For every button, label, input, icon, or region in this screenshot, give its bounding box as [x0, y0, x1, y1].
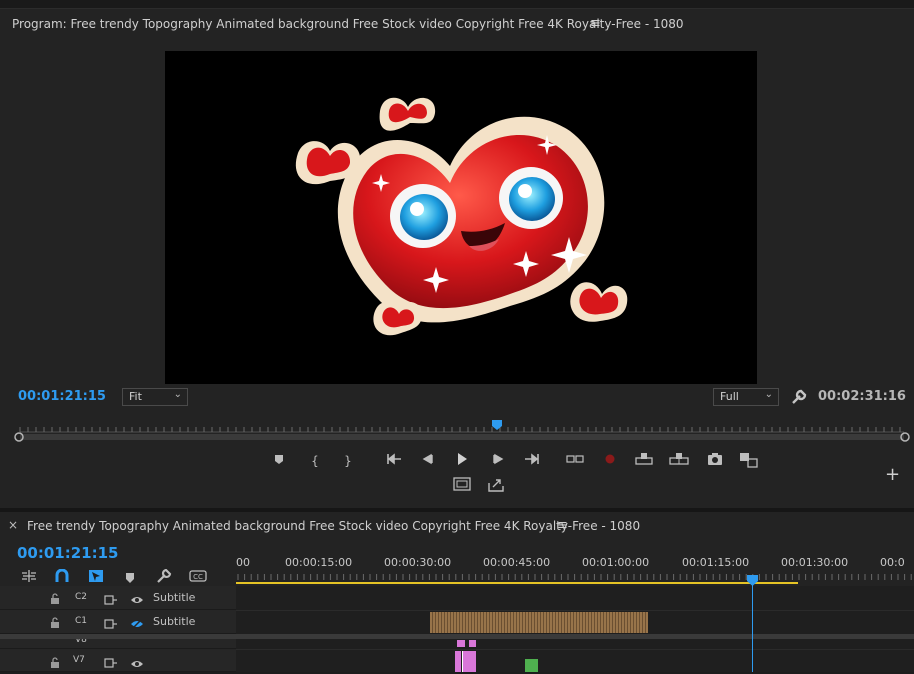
- play-icon[interactable]: [452, 452, 472, 470]
- timeline-panel: × Free trendy Topography Animated backgr…: [0, 512, 914, 672]
- track-header-v8[interactable]: V8: [0, 639, 236, 649]
- go-to-out-icon[interactable]: [522, 452, 542, 470]
- sequence-tab-title[interactable]: Free trendy Topography Animated backgrou…: [27, 519, 640, 533]
- track-header-c2[interactable]: C2 Subtitle: [0, 586, 236, 610]
- settings-wrench-icon[interactable]: [790, 388, 808, 406]
- extract-icon[interactable]: [669, 452, 689, 470]
- snap-magnet-icon[interactable]: [54, 568, 70, 582]
- step-back-icon[interactable]: [418, 452, 438, 470]
- lock-icon[interactable]: [50, 590, 60, 604]
- video-frame: [165, 51, 757, 384]
- linked-selection-icon[interactable]: [88, 568, 104, 582]
- heart-character-image: [295, 97, 628, 336]
- ruler-label: 00:01:15:00: [682, 556, 750, 569]
- resolution-dropdown[interactable]: Full ⌄: [713, 388, 779, 406]
- track-label: Subtitle: [153, 615, 196, 628]
- track-header-c1[interactable]: C1 Subtitle: [0, 610, 236, 634]
- program-title[interactable]: Program: Free trendy Topography Animated…: [12, 17, 684, 31]
- captions-icon[interactable]: CC: [189, 568, 207, 582]
- sequence-menu-icon[interactable]: ≡: [557, 518, 568, 533]
- zoom-level-dropdown[interactable]: Fit ⌄: [122, 388, 188, 406]
- ruler-label: 00: [236, 556, 250, 569]
- program-playhead[interactable]: [491, 416, 503, 430]
- insert-nest-icon[interactable]: [20, 568, 38, 582]
- go-to-in-icon[interactable]: [384, 452, 404, 470]
- time-ruler[interactable]: 00 00:00:15:00 00:00:30:00 00:00:45:00 0…: [236, 544, 914, 586]
- track-id: V7: [73, 655, 85, 665]
- eye-hidden-icon[interactable]: [130, 615, 144, 630]
- close-sequence-icon[interactable]: ×: [8, 518, 18, 532]
- toggle-proxies-icon[interactable]: [452, 477, 472, 495]
- mark-out-icon[interactable]: }: [338, 452, 358, 470]
- green-clip[interactable]: [525, 659, 538, 672]
- step-forward-icon[interactable]: [488, 452, 508, 470]
- add-marker-icon[interactable]: [124, 569, 136, 583]
- track-label: Subtitle: [153, 591, 196, 604]
- toggle-sync-lock-icon[interactable]: [104, 654, 118, 668]
- program-current-time[interactable]: 00:01:21:15: [18, 389, 106, 404]
- lock-icon[interactable]: [50, 614, 60, 628]
- pink-clip[interactable]: [457, 640, 465, 647]
- timeline-settings-wrench-icon[interactable]: [156, 568, 172, 583]
- safe-margins-icon[interactable]: [565, 452, 585, 470]
- zoom-level-value: Fit: [129, 390, 142, 403]
- lift-icon[interactable]: [634, 452, 654, 470]
- resolution-value: Full: [720, 390, 739, 403]
- sequence-current-time[interactable]: 00:01:21:15: [17, 544, 119, 562]
- ruler-label: 00:00:45:00: [483, 556, 551, 569]
- add-marker-icon[interactable]: [269, 452, 289, 470]
- ruler-label: 00:01:00:00: [582, 556, 650, 569]
- program-scrub-bar[interactable]: [14, 416, 910, 442]
- svg-text:CC: CC: [193, 573, 203, 581]
- track-id: C2: [75, 592, 88, 602]
- ruler-label: 00:0: [880, 556, 905, 569]
- timeline-playhead-line: [752, 580, 753, 672]
- track-id: C1: [75, 616, 88, 626]
- subtitle-clip[interactable]: [430, 612, 648, 633]
- mark-in-icon[interactable]: {: [305, 452, 325, 470]
- eye-icon[interactable]: [130, 655, 144, 667]
- pink-clip[interactable]: [462, 651, 476, 672]
- toggle-sync-lock-icon[interactable]: [104, 615, 118, 629]
- chevron-down-icon: ⌄: [764, 389, 773, 400]
- lock-icon[interactable]: [50, 654, 60, 668]
- ruler-label: 00:00:15:00: [285, 556, 353, 569]
- compare-icon[interactable]: [739, 452, 759, 470]
- program-duration: 00:02:31:16: [818, 389, 906, 404]
- export-media-icon[interactable]: [486, 477, 506, 495]
- ruler-label: 00:01:30:00: [781, 556, 849, 569]
- track-header-v7[interactable]: V7: [0, 649, 236, 672]
- ruler-ticks: [236, 574, 912, 584]
- add-button[interactable]: +: [885, 464, 900, 485]
- export-frame-icon[interactable]: [705, 452, 725, 470]
- track-content-captions[interactable]: [236, 586, 914, 634]
- eye-icon[interactable]: [130, 591, 144, 603]
- chevron-down-icon: ⌄: [173, 389, 182, 400]
- program-menu-icon[interactable]: ≡: [590, 16, 601, 31]
- toggle-sync-lock-icon[interactable]: [104, 591, 118, 605]
- pink-clip[interactable]: [469, 640, 476, 647]
- record-icon[interactable]: [600, 452, 620, 470]
- scrub-ruler: [14, 427, 910, 442]
- track-content-video[interactable]: [236, 639, 914, 672]
- top-strip: [0, 0, 914, 9]
- ruler-label: 00:00:30:00: [384, 556, 452, 569]
- track-id: V8: [75, 639, 87, 645]
- program-monitor: Program: Free trendy Topography Animated…: [0, 0, 914, 510]
- pink-clip[interactable]: [455, 651, 461, 672]
